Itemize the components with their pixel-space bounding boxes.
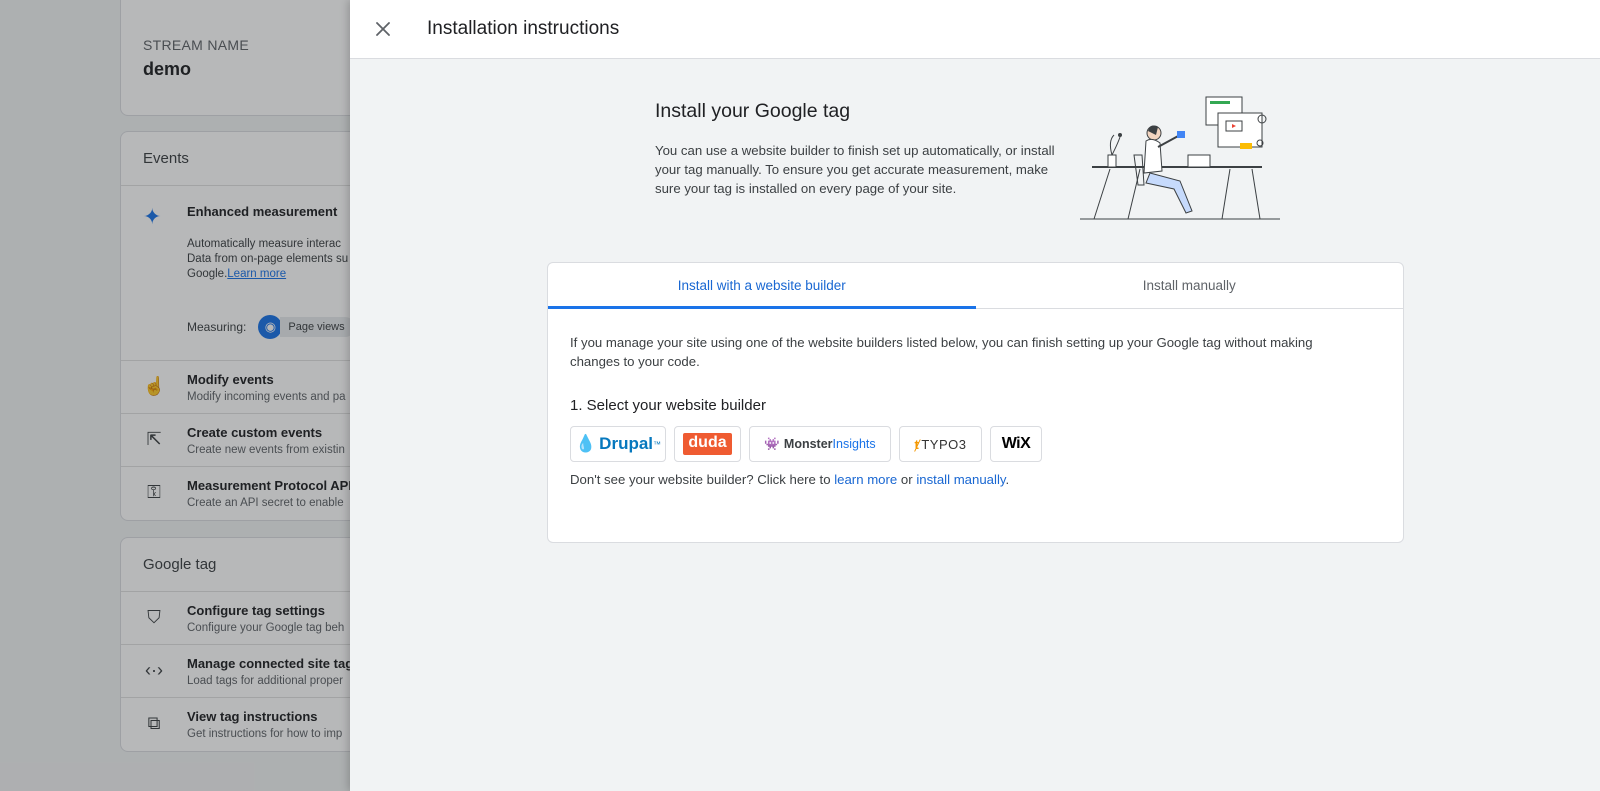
typo3-button[interactable]: ⱦ TYPO3: [899, 426, 982, 462]
typo3-label: TYPO3: [921, 436, 967, 452]
drawer-title: Installation instructions: [427, 18, 620, 39]
drupal-button[interactable]: 💧 Drupal ™: [570, 426, 666, 462]
wix-label: WiX: [1001, 435, 1031, 452]
installation-drawer: Installation instructions Install your G…: [350, 0, 1600, 791]
monsterinsights-button[interactable]: 👾 Monster Insights: [749, 426, 891, 462]
website-builder-content: If you manage your site using one of the…: [548, 309, 1403, 487]
monster-label-b: Insights: [832, 437, 876, 451]
select-builder-heading: 1. Select your website builder: [570, 397, 766, 414]
hint-prefix: Don't see your website builder? Click he…: [570, 472, 835, 487]
builder-list: 💧 Drupal ™ duda 👾 Monster Insights ⱦ TYPO3 Wi…: [570, 426, 1381, 462]
close-button[interactable]: [363, 9, 403, 49]
duda-label: duda: [683, 433, 732, 455]
hint-suffix: .: [1005, 472, 1010, 487]
builder-description: If you manage your site using one of the…: [570, 335, 1313, 369]
drawer-header: Installation instructions: [350, 0, 1600, 59]
install-manually-link[interactable]: install manually: [916, 472, 1005, 487]
duda-button[interactable]: duda: [674, 426, 741, 462]
monster-logo-icon: 👾: [764, 436, 780, 451]
person-at-desk-illustration: [1080, 96, 1280, 220]
intro-section: Install your Google tag You can use a we…: [655, 100, 1065, 198]
close-icon: [376, 22, 390, 36]
intro-heading: Install your Google tag: [655, 100, 851, 122]
tab-website-builder[interactable]: Install with a website builder: [548, 263, 976, 309]
monster-label-a: Monster: [783, 437, 833, 451]
tab-install-manually[interactable]: Install manually: [976, 263, 1404, 308]
learn-more-link[interactable]: learn more: [834, 472, 897, 487]
hint-mid: or: [897, 472, 917, 487]
install-tabs: Install with a website builder Install m…: [548, 263, 1403, 309]
drupal-logo-icon: 💧: [575, 434, 597, 453]
drupal-label: Drupal: [599, 434, 654, 453]
drupal-tm: ™: [653, 439, 662, 449]
install-panel: Install with a website builder Install m…: [547, 262, 1404, 543]
typo3-logo-icon: ⱦ: [914, 436, 920, 452]
builder-hint: Don't see your website builder? Click he…: [570, 472, 1381, 487]
wix-button[interactable]: WiX: [990, 426, 1042, 462]
intro-body: You can use a website builder to finish …: [655, 143, 1055, 196]
